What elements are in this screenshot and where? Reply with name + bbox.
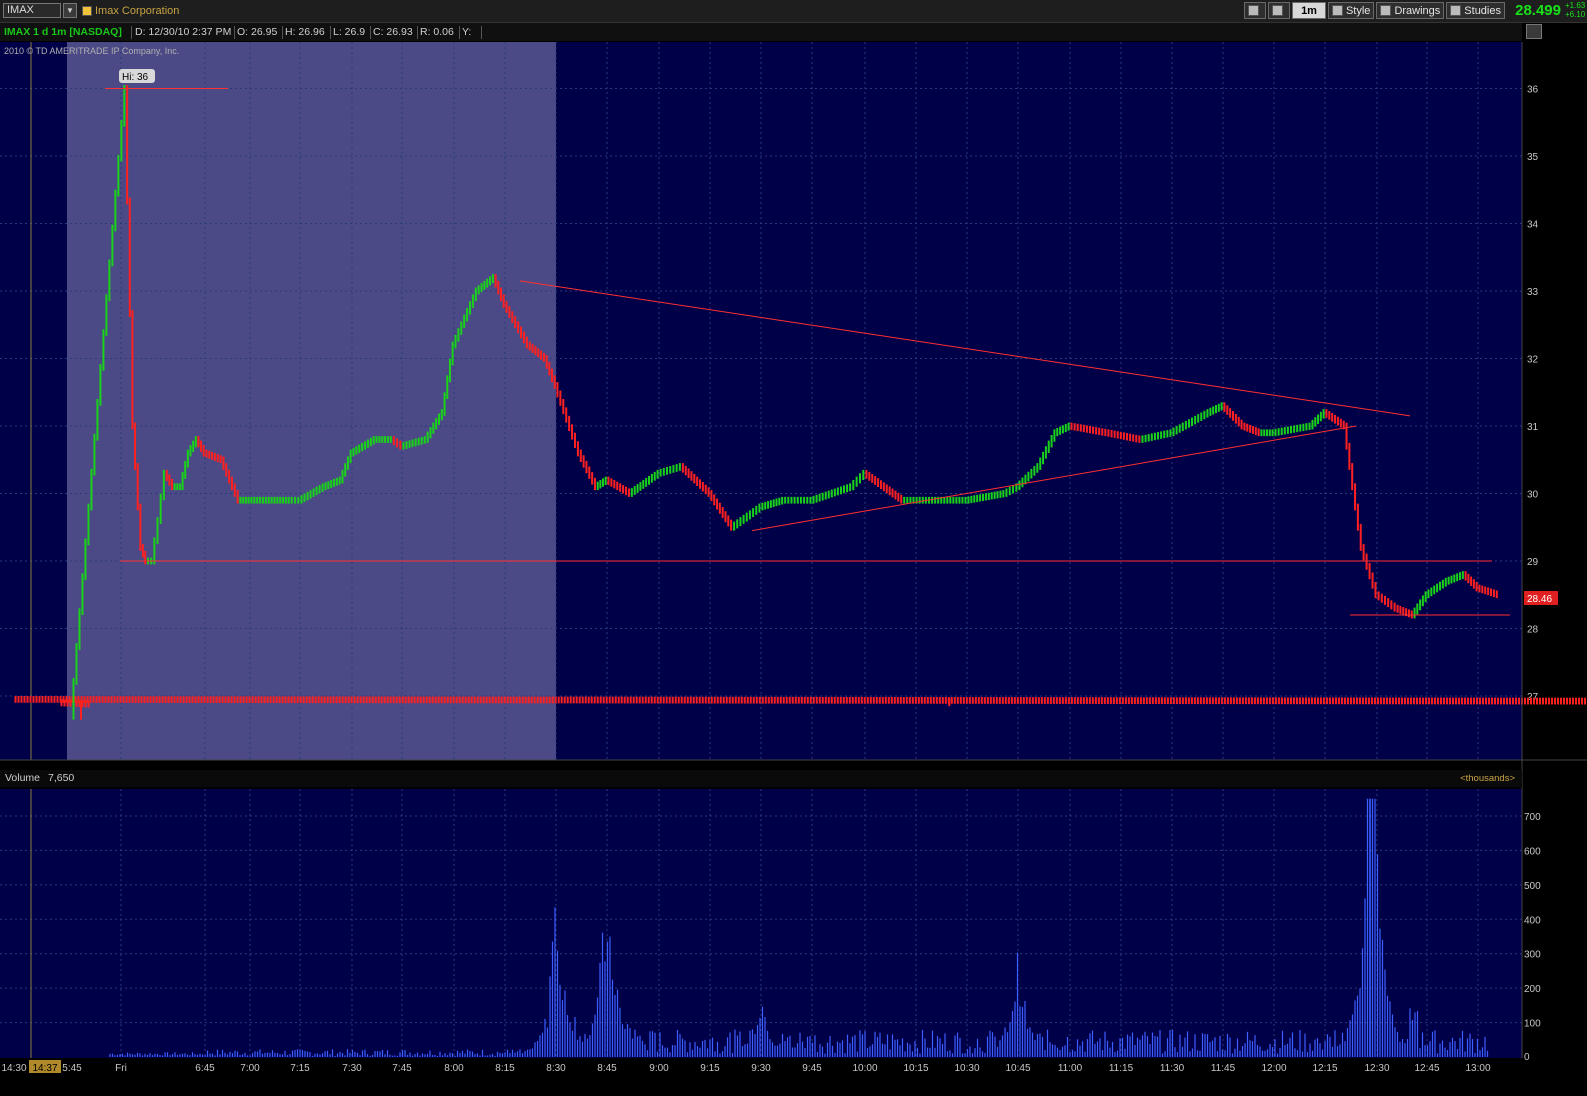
drawings-label: Drawings: [1394, 4, 1441, 17]
price-tick-label: 34: [1527, 220, 1539, 231]
time-tick-label: 8:15: [495, 1063, 515, 1074]
price-tick-label: 36: [1527, 85, 1539, 96]
studies-icon: [1450, 5, 1462, 16]
last-price: 28.499: [1515, 2, 1561, 19]
symbol-dropdown-icon[interactable]: ▼: [63, 3, 77, 18]
price-tick-label: 29: [1527, 557, 1539, 568]
volume-tick-label: 400: [1524, 915, 1541, 926]
price-axis-bg: [1522, 42, 1587, 760]
time-tick-label: 10:00: [852, 1063, 877, 1074]
info-high: H: 26.96: [285, 26, 325, 38]
time-tick-label: 6:45: [195, 1063, 215, 1074]
price-tick-label: 32: [1527, 355, 1539, 366]
separator: [131, 26, 132, 39]
company-name: Imax Corporation: [95, 5, 180, 17]
time-tick-label: 13:00: [1465, 1063, 1490, 1074]
chart-title: IMAX 1 d 1m [NASDAQ]: [4, 26, 122, 38]
time-tick-label: 8:45: [597, 1063, 617, 1074]
top-toolbar: IMAX ▼ Imax Corporation 1m Style Drawing…: [0, 0, 1587, 23]
price-tick-label: 35: [1527, 152, 1539, 163]
info-close: C: 26.93: [373, 26, 413, 38]
chart-settings-icon[interactable]: [1526, 24, 1542, 39]
time-tick-label: 11:00: [1058, 1063, 1083, 1074]
time-tick-label: 12:30: [1364, 1063, 1389, 1074]
high-annotation: Hi: 36: [122, 72, 149, 83]
time-tick-label: 12:15: [1312, 1063, 1337, 1074]
info-open: O: 26.95: [237, 26, 278, 38]
time-tick-label: 12:00: [1261, 1063, 1286, 1074]
time-tick-label: 14:37: [32, 1063, 57, 1074]
premarket-shading: [67, 42, 556, 760]
time-axis-bg: [0, 1058, 1587, 1096]
time-tick-label: 10:45: [1005, 1063, 1030, 1074]
settings-icon-button[interactable]: [1268, 2, 1291, 19]
drawings-icon: [1380, 5, 1392, 16]
time-tick-label: 9:15: [700, 1063, 720, 1074]
time-tick-label: 8:30: [546, 1063, 566, 1074]
info-low: L: 26.9: [333, 26, 366, 38]
last-price-label: 28.46: [1527, 594, 1552, 605]
net-change: +1.63: [1565, 1, 1586, 10]
studies-label: Studies: [1464, 4, 1501, 17]
style-icon: [1331, 5, 1343, 16]
time-tick-label: 7:45: [392, 1063, 412, 1074]
chart-tools: 1m Style Drawings Studies: [1244, 2, 1505, 20]
info-date: D: 12/30/10 2:37 PM: [135, 26, 232, 38]
volume-tick-label: 0: [1524, 1052, 1530, 1063]
gear-icon: [1272, 5, 1284, 16]
time-tick-label: 7:00: [240, 1063, 260, 1074]
price-tick-label: 28: [1527, 625, 1539, 636]
studies-button[interactable]: Studies: [1446, 2, 1505, 19]
separator: [459, 26, 460, 39]
volume-tick-label: 200: [1524, 984, 1541, 995]
price-volume-chart[interactable]: 2728293031323334353610020030040050060070…: [0, 0, 1587, 1096]
link-icon: [1248, 5, 1260, 16]
info-y: Y:: [462, 26, 472, 38]
volume-tick-label: 500: [1524, 881, 1541, 892]
time-tick-label: 10:30: [954, 1063, 979, 1074]
separator: [282, 26, 283, 39]
style-button[interactable]: Style: [1327, 2, 1375, 19]
symbol-input[interactable]: IMAX: [3, 3, 61, 18]
style-label: Style: [1345, 4, 1371, 17]
link-icon-button[interactable]: [1244, 2, 1267, 19]
chart-info-bar: IMAX 1 d 1m [NASDAQ] D: 12/30/10 2:37 PM…: [0, 23, 1522, 41]
volume-tick-label: 100: [1524, 1019, 1541, 1030]
separator: [481, 26, 482, 39]
timeframe-button[interactable]: 1m: [1292, 2, 1326, 19]
time-tick-label: 9:30: [751, 1063, 771, 1074]
time-tick-label: 11:15: [1109, 1063, 1134, 1074]
price-tick-label: 33: [1527, 287, 1539, 298]
company-icon: [82, 6, 92, 16]
percent-change: +6.10: [1565, 10, 1586, 19]
time-tick-label: 11:30: [1160, 1063, 1185, 1074]
time-tick-label: 11:45: [1211, 1063, 1236, 1074]
time-tick-label: 7:30: [342, 1063, 362, 1074]
drawings-button[interactable]: Drawings: [1376, 2, 1445, 19]
volume-value: 7,650: [48, 772, 75, 784]
volume-label: Volume: [5, 772, 41, 784]
time-tick-label: 9:45: [802, 1063, 822, 1074]
time-tick-label: 5:45: [62, 1063, 82, 1074]
volume-units: <thousands>: [1460, 773, 1515, 784]
time-tick-label: 12:45: [1414, 1063, 1439, 1074]
time-tick-label: 8:00: [444, 1063, 464, 1074]
volume-tick-label: 600: [1524, 846, 1541, 857]
time-tick-label: 10:15: [903, 1063, 928, 1074]
copyright: 2010 © TD AMERITRADE IP Company, Inc.: [4, 46, 180, 56]
separator: [417, 26, 418, 39]
volume-tick-label: 700: [1524, 812, 1541, 823]
volume-tick-label: 300: [1524, 950, 1541, 961]
separator: [330, 26, 331, 39]
volume-header: [0, 770, 1522, 787]
info-range: R: 0.06: [420, 26, 454, 38]
time-tick-label: 9:00: [649, 1063, 669, 1074]
time-tick-label: Fri: [115, 1063, 127, 1074]
separator: [234, 26, 235, 39]
time-tick-label: 7:15: [290, 1063, 310, 1074]
price-tick-label: 30: [1527, 490, 1539, 501]
separator: [370, 26, 371, 39]
time-tick-label: 14:30: [1, 1063, 26, 1074]
price-tick-label: 31: [1527, 422, 1539, 433]
